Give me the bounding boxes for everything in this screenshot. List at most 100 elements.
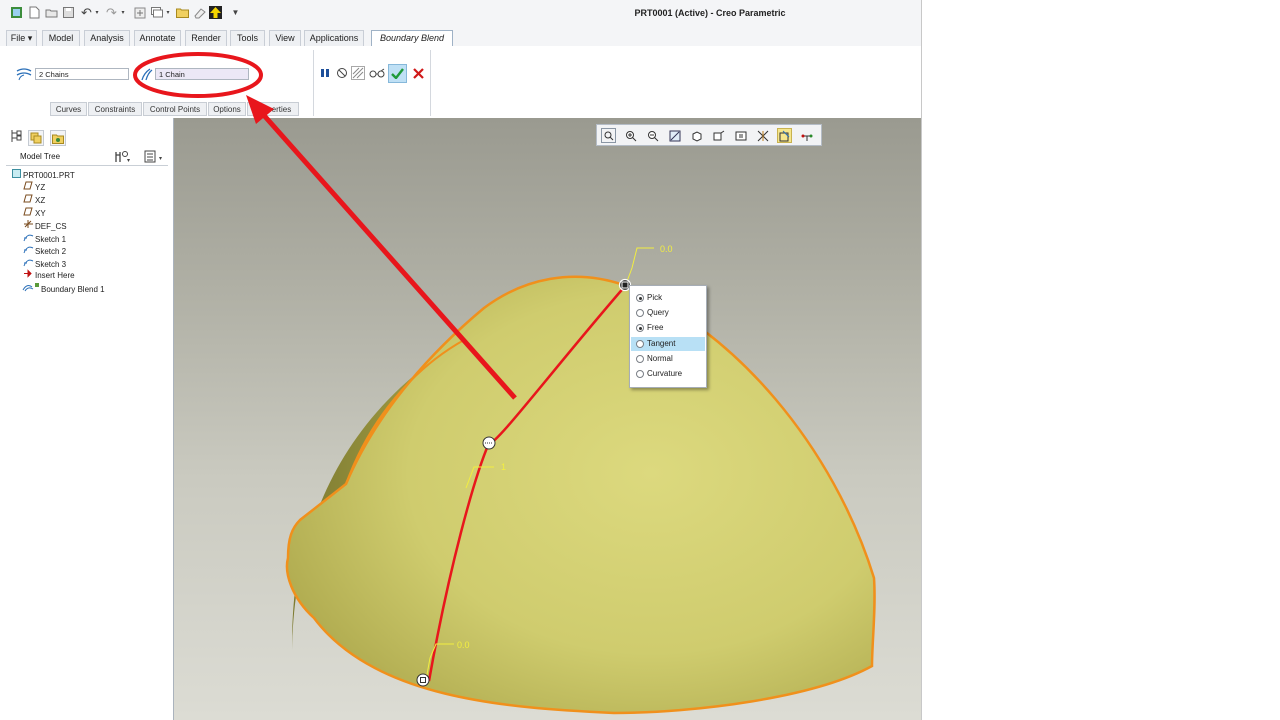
tab-view[interactable]: View xyxy=(269,30,301,46)
model-tree-header: Model Tree ▾ ▾ xyxy=(6,149,168,166)
open-icon[interactable] xyxy=(45,6,58,19)
datum-display-icon[interactable] xyxy=(755,128,770,143)
no-preview-button[interactable] xyxy=(335,66,349,80)
tab-file[interactable]: File ▾ xyxy=(6,30,37,46)
model-tree-tab-icon[interactable] xyxy=(8,128,24,144)
bottom-handle[interactable] xyxy=(416,673,430,687)
tree-item-insert-here[interactable]: Insert Here xyxy=(22,269,75,281)
model-geometry[interactable] xyxy=(174,118,921,720)
datum-plane-icon xyxy=(22,194,34,207)
tab-model[interactable]: Model xyxy=(42,30,80,46)
tree-item-sketch-3[interactable]: Sketch 3 xyxy=(22,257,66,269)
normal-radio xyxy=(636,355,644,363)
folder-icon[interactable] xyxy=(176,6,189,19)
view-manager-icon[interactable] xyxy=(733,128,748,143)
tree-show-icon[interactable]: ▾ xyxy=(144,150,166,164)
tree-item-def-cs[interactable]: DEF_CS xyxy=(22,219,67,231)
spin-center-icon[interactable] xyxy=(799,128,814,143)
pause-icon xyxy=(321,69,329,77)
second-direction-field[interactable]: 1 Chain xyxy=(155,68,249,80)
folder-browser-tab-icon[interactable] xyxy=(28,130,44,146)
tab-render[interactable]: Render xyxy=(185,30,227,46)
top-dim-leader xyxy=(625,247,654,285)
title-bar: ↶ ▾ ↷ ▾ ▾ ▼ PRT0001 (Active) - Creo Para… xyxy=(0,0,921,28)
tab-tools[interactable]: Tools xyxy=(230,30,265,46)
menu-item-tangent[interactable]: Tangent xyxy=(631,337,705,351)
cancel-button[interactable] xyxy=(411,66,425,80)
bottom-dimension-label[interactable]: 0.0 xyxy=(457,640,470,650)
pause-button[interactable] xyxy=(318,66,332,80)
no-preview-icon xyxy=(337,68,347,78)
tree-item-sketch-1[interactable]: Sketch 1 xyxy=(22,232,66,244)
tree-item-xz[interactable]: XZ xyxy=(22,194,45,206)
windows-icon[interactable] xyxy=(150,6,163,19)
tab-boundary-blend[interactable]: Boundary Blend xyxy=(371,30,453,47)
ok-button[interactable] xyxy=(388,64,407,83)
zoom-out-icon[interactable] xyxy=(645,128,660,143)
undo-dropdown-icon[interactable]: ▾ xyxy=(94,6,100,19)
graphics-window[interactable]: 0.0 1 0.0 Pick Query Free Tangent Normal… xyxy=(174,118,921,720)
redo-dropdown-icon[interactable]: ▾ xyxy=(120,6,126,19)
display-style-icon[interactable] xyxy=(689,128,704,143)
favorites-tab-icon[interactable] xyxy=(50,130,66,146)
first-direction-icon[interactable] xyxy=(16,67,33,83)
insert-arrow-icon xyxy=(22,269,34,282)
sketch-icon xyxy=(22,244,34,258)
point-constraint-menu: Pick Query Free Tangent Normal Curvature xyxy=(629,285,707,388)
free-radio xyxy=(636,324,644,332)
query-radio xyxy=(636,309,644,317)
pick-radio xyxy=(636,294,644,302)
verify-button[interactable] xyxy=(351,66,365,80)
up-arrow-icon[interactable] xyxy=(209,6,222,19)
customize-dropdown-icon[interactable]: ▼ xyxy=(229,6,242,19)
erase-icon[interactable] xyxy=(193,6,206,19)
subtab-curves[interactable]: Curves xyxy=(50,102,87,116)
svg-text:▾: ▾ xyxy=(159,155,162,162)
tab-analysis[interactable]: Analysis xyxy=(84,30,130,46)
windows-dropdown-icon[interactable]: ▾ xyxy=(165,6,171,19)
regenerate-icon[interactable] xyxy=(133,6,146,19)
zoom-in-icon[interactable] xyxy=(623,128,638,143)
menu-item-pick[interactable]: Pick xyxy=(631,291,705,305)
second-direction-icon[interactable] xyxy=(139,67,153,83)
repaint-icon[interactable] xyxy=(667,128,682,143)
cancel-icon xyxy=(412,67,424,79)
tree-item-xy[interactable]: XY xyxy=(22,207,46,219)
check-icon xyxy=(391,68,404,79)
redo-icon[interactable]: ↷ xyxy=(105,5,118,20)
menu-item-curvature[interactable]: Curvature xyxy=(631,367,705,381)
saved-orientations-icon[interactable] xyxy=(711,128,726,143)
refit-icon[interactable] xyxy=(601,128,616,143)
tab-annotate[interactable]: Annotate xyxy=(134,30,181,46)
tangent-radio xyxy=(636,340,644,348)
dome-surface[interactable] xyxy=(285,275,876,715)
tree-item-yz[interactable]: YZ xyxy=(22,181,45,193)
tree-item-part[interactable]: PRT0001.PRT xyxy=(10,169,75,181)
first-direction-field[interactable]: 2 Chains xyxy=(35,68,129,80)
tree-settings-icon[interactable]: ▾ xyxy=(114,150,134,164)
menu-item-normal[interactable]: Normal xyxy=(631,352,705,366)
subtab-properties[interactable]: Properties xyxy=(247,102,299,116)
glasses-button[interactable] xyxy=(368,66,386,80)
menu-item-query[interactable]: Query xyxy=(631,306,705,320)
ribbon-tabs: File ▾ Model Analysis Annotate Render To… xyxy=(0,29,921,47)
tab-applications[interactable]: Applications xyxy=(304,30,364,46)
new-icon[interactable] xyxy=(28,6,41,19)
glasses-icon xyxy=(369,68,384,78)
top-dimension-label[interactable]: 0.0 xyxy=(660,244,673,254)
undo-icon[interactable]: ↶ xyxy=(80,5,93,20)
creo-window: ↶ ▾ ↷ ▾ ▾ ▼ PRT0001 (Active) - Creo Para… xyxy=(0,0,922,720)
curvature-radio xyxy=(636,370,644,378)
subtab-constraints[interactable]: Constraints xyxy=(88,102,142,116)
svg-text:▾: ▾ xyxy=(127,157,130,163)
subtab-options[interactable]: Options xyxy=(208,102,246,116)
ribbon-separator xyxy=(430,50,431,116)
part-icon xyxy=(10,169,22,182)
save-icon[interactable] xyxy=(62,6,75,19)
annotation-display-icon[interactable] xyxy=(777,128,792,143)
mid-dimension-label[interactable]: 1 xyxy=(501,462,506,472)
menu-item-free[interactable]: Free xyxy=(631,321,705,335)
tree-item-sketch-2[interactable]: Sketch 2 xyxy=(22,244,66,256)
subtab-control-points[interactable]: Control Points xyxy=(143,102,207,116)
tree-item-boundary-blend-1[interactable]: Boundary Blend 1 xyxy=(22,282,105,294)
